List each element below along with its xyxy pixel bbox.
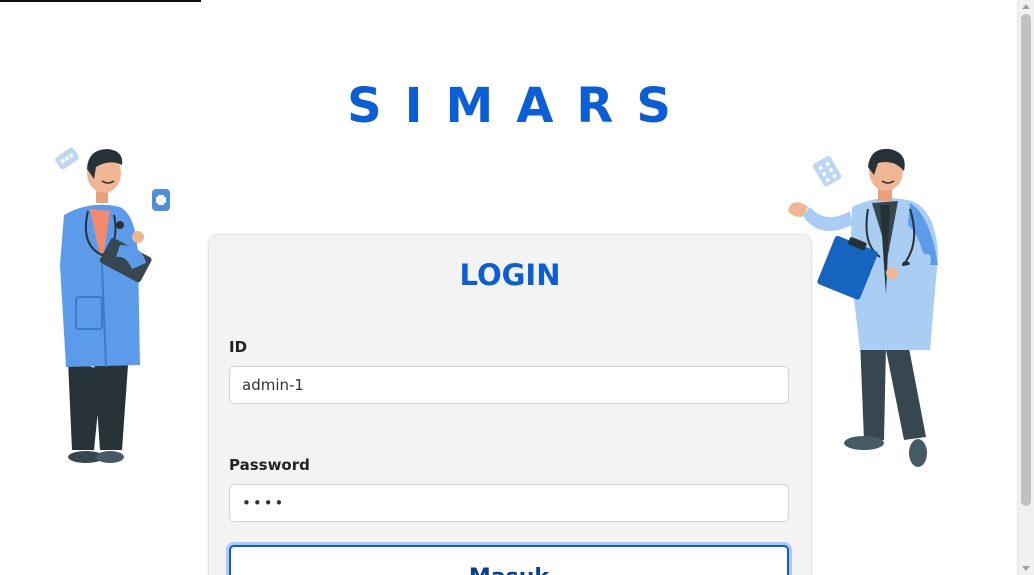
brand-title: SIMARS (347, 78, 694, 134)
login-card: LOGIN ID Password Masuk (208, 234, 812, 575)
login-submit-button[interactable]: Masuk (229, 545, 789, 575)
scroll-up-icon[interactable] (1022, 4, 1030, 9)
top-divider (0, 0, 201, 2)
login-title: LOGIN (459, 258, 561, 292)
password-label: Password (229, 456, 310, 474)
login-page: SIMARS LOGIN ID admin-1 Password •••• (0, 0, 1034, 575)
vertical-scrollbar[interactable] (1017, 0, 1034, 575)
id-input[interactable] (229, 366, 789, 404)
id-label: ID (229, 338, 248, 356)
password-input[interactable] (229, 484, 789, 522)
doctor-with-clipboard-illustration (55, 147, 170, 463)
scroll-thumb[interactable] (1021, 14, 1031, 506)
scroll-down-icon[interactable] (1022, 566, 1030, 571)
